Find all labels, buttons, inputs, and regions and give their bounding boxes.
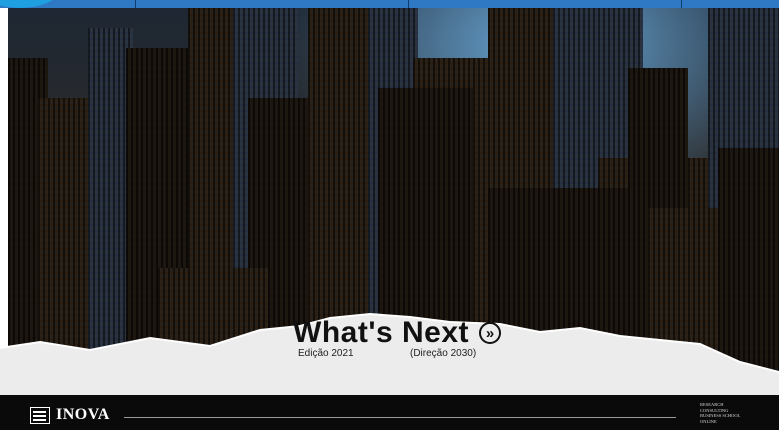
torn-paper-edge bbox=[0, 312, 779, 400]
footer-menu-online[interactable]: ONLINE bbox=[700, 419, 740, 425]
top-bar-divider bbox=[135, 0, 136, 8]
footer-menu: RESEARCH CONSULTING BUSINESS SCHOOL ONLI… bbox=[700, 402, 740, 424]
book-icon bbox=[30, 406, 50, 424]
top-bar-divider bbox=[408, 0, 409, 8]
direction-label: (Direção 2030) bbox=[410, 348, 477, 359]
top-accent-arc bbox=[0, 0, 60, 8]
next-arrow-icon[interactable]: » bbox=[479, 322, 501, 344]
top-bar-divider bbox=[681, 0, 682, 8]
brand-name: INOVA bbox=[56, 406, 110, 423]
footer-divider bbox=[124, 417, 676, 418]
edition-label: Edição 2021 bbox=[298, 348, 354, 359]
hero-title-group: What's Next » bbox=[293, 316, 501, 350]
footer-menu-business-school[interactable]: BUSINESS SCHOOL bbox=[700, 413, 740, 419]
top-accent-bar bbox=[0, 0, 779, 8]
brand-logo[interactable]: INOVA bbox=[30, 406, 110, 424]
footer-bar bbox=[0, 395, 779, 430]
hero-title: What's Next bbox=[293, 316, 469, 349]
